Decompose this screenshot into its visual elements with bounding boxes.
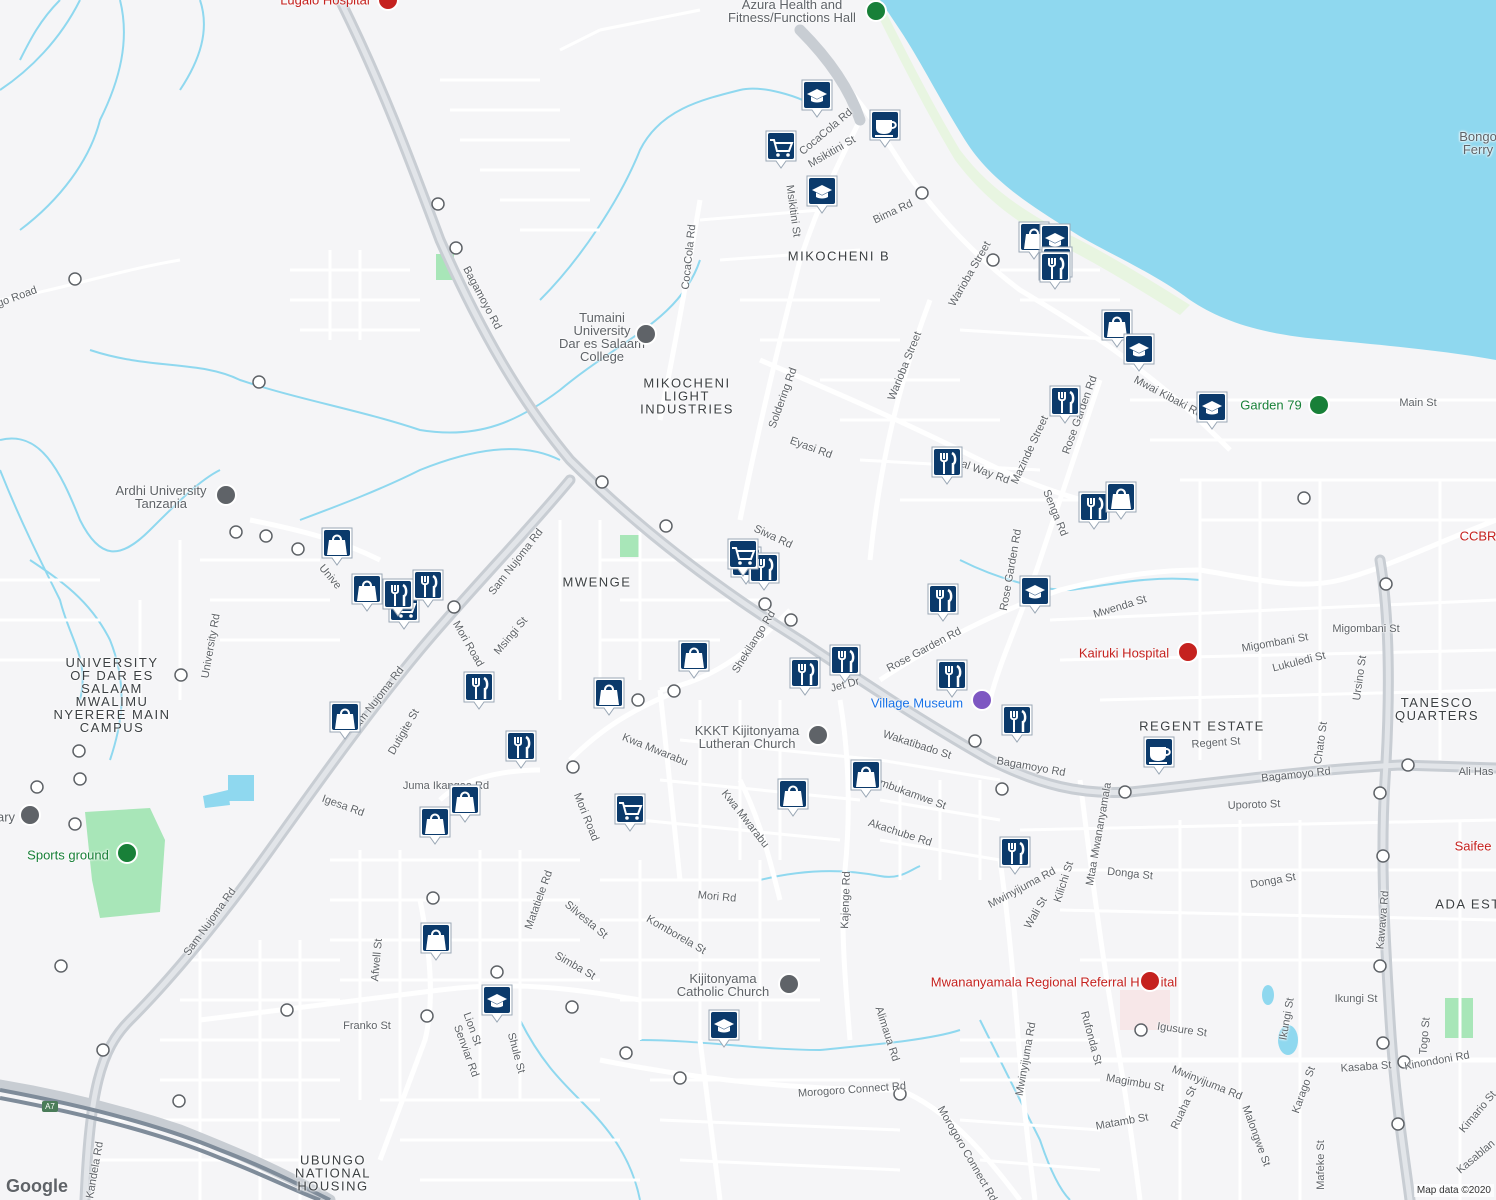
poi-label-saifee[interactable]: Saifee: [1455, 839, 1492, 854]
school-icon[interactable]: [635, 323, 657, 345]
poi-label-lugalo[interactable]: Lugalo Hospital: [280, 0, 370, 8]
restaurant-marker-icon[interactable]: [381, 577, 415, 617]
area-label-ada: ADA EST: [1435, 896, 1496, 912]
pond-1: [228, 775, 254, 801]
cart-marker-icon[interactable]: [726, 537, 760, 577]
road-label: Ikungi St: [1334, 993, 1378, 1005]
poi-label-kkkt[interactable]: KKKT Kijitonyama Lutheran Church: [695, 724, 800, 750]
shopping-bag-marker-icon[interactable]: [849, 758, 883, 798]
area-label-ubungo: UBUNGO NATIONAL HOUSING: [294, 1152, 372, 1194]
area-label-university: UNIVERSITY OF DAR ES SALAAM MWALIMU NYER…: [53, 655, 171, 735]
poi-label-catholic[interactable]: Kijitonyama Catholic Church: [677, 972, 770, 998]
area-label-mikocheni-b: MIKOCHENI B: [787, 248, 891, 264]
restaurant-marker-icon[interactable]: [504, 729, 538, 769]
school-marker-icon[interactable]: [480, 983, 514, 1023]
fitness-icon[interactable]: [865, 0, 887, 22]
shopping-bag-marker-icon[interactable]: [328, 700, 362, 740]
school-marker-icon[interactable]: [800, 78, 834, 118]
area-label-mwenge: MWENGE: [562, 574, 632, 590]
school-marker-icon[interactable]: [707, 1008, 741, 1048]
restaurant-marker-icon[interactable]: [411, 568, 445, 608]
library-icon[interactable]: [19, 804, 41, 826]
pond-4: [1262, 985, 1274, 1005]
restaurant-marker-icon[interactable]: [1038, 250, 1072, 290]
restaurant-marker-icon[interactable]: [788, 656, 822, 696]
school-marker-icon[interactable]: [1195, 390, 1229, 430]
road-label: Migombani St: [1332, 623, 1400, 635]
road-label: Mafeke St: [1315, 1140, 1327, 1190]
park-small-2: [620, 535, 640, 557]
school-marker-icon[interactable]: [805, 174, 839, 214]
school-marker-icon[interactable]: [1122, 332, 1156, 372]
poi-label-ccbr[interactable]: CCBR: [1460, 529, 1496, 544]
museum-icon[interactable]: [971, 689, 993, 711]
google-logo[interactable]: Google: [6, 1176, 68, 1197]
poi-label-azura[interactable]: Azura Health and Fitness/Functions Hall: [728, 0, 856, 24]
sports-icon[interactable]: [116, 842, 138, 864]
church-icon[interactable]: [807, 724, 829, 746]
shopping-bag-marker-icon[interactable]: [677, 639, 711, 679]
map-attribution[interactable]: Map data ©2020: [1413, 1184, 1494, 1197]
shopping-bag-marker-icon[interactable]: [418, 805, 452, 845]
shopping-bag-marker-icon[interactable]: [592, 676, 626, 716]
shopping-bag-marker-icon[interactable]: [320, 526, 354, 566]
restaurant-marker-icon[interactable]: [930, 445, 964, 485]
road-label: Franko St: [343, 1020, 391, 1032]
poi-label-tumaini[interactable]: Tumaini University Dar es Salaam College: [559, 311, 645, 363]
poi-label-kairuki[interactable]: Kairuki Hospital: [1079, 646, 1169, 661]
restaurant-marker-icon[interactable]: [926, 582, 960, 622]
poi-label-garden79[interactable]: Garden 79: [1240, 398, 1301, 413]
restaurant-marker-icon[interactable]: [828, 643, 862, 683]
shopping-bag-marker-icon[interactable]: [1104, 480, 1138, 520]
poi-label-sports[interactable]: Sports ground: [27, 848, 109, 863]
area-label-regent: REGENT ESTATE: [1139, 718, 1265, 734]
flower-icon[interactable]: [1308, 394, 1330, 416]
hospital-icon[interactable]: [1177, 641, 1199, 663]
route-badge-a7: A7: [42, 1101, 58, 1112]
poi-label-ardhi[interactable]: Ardhi University Tanzania: [115, 484, 206, 510]
map-base: [0, 0, 1496, 1200]
pond-2: [203, 790, 230, 808]
shopping-bag-marker-icon[interactable]: [419, 921, 453, 961]
road-label: Main St: [1399, 397, 1437, 409]
shopping-bag-marker-icon[interactable]: [448, 783, 482, 823]
map-canvas[interactable]: MIKOCHENI B MIKOCHENI LIGHT INDUSTRIES MWE…: [0, 0, 1496, 1200]
cafe-marker-icon[interactable]: [1142, 735, 1176, 775]
cart-marker-icon[interactable]: [764, 129, 798, 169]
area-label-mikocheni-light: MIKOCHENI LIGHT INDUSTRIES: [640, 375, 734, 417]
shopping-bag-marker-icon[interactable]: [776, 777, 810, 817]
hospital-icon[interactable]: [1139, 970, 1161, 992]
restaurant-marker-icon[interactable]: [935, 658, 969, 698]
shopping-bag-marker-icon[interactable]: [350, 572, 384, 612]
poi-label-library[interactable]: ary: [0, 811, 15, 824]
school-icon[interactable]: [215, 484, 237, 506]
cart-marker-icon[interactable]: [613, 792, 647, 832]
church-icon[interactable]: [778, 973, 800, 995]
school-marker-icon[interactable]: [1018, 574, 1052, 614]
restaurant-marker-icon[interactable]: [1000, 703, 1034, 743]
restaurant-marker-icon[interactable]: [1048, 384, 1082, 424]
road-label: Uporoto St: [1227, 798, 1281, 812]
road-label: Ali Has: [1458, 766, 1494, 778]
poi-label-bongo[interactable]: Bongo Ferry: [1459, 130, 1496, 156]
restaurant-marker-icon[interactable]: [462, 670, 496, 710]
area-label-tanesco: TANESCO QUARTERS: [1395, 695, 1479, 723]
cafe-marker-icon[interactable]: [868, 108, 902, 148]
restaurant-marker-icon[interactable]: [998, 835, 1032, 875]
road-label: Kajenge Rd: [839, 871, 853, 929]
